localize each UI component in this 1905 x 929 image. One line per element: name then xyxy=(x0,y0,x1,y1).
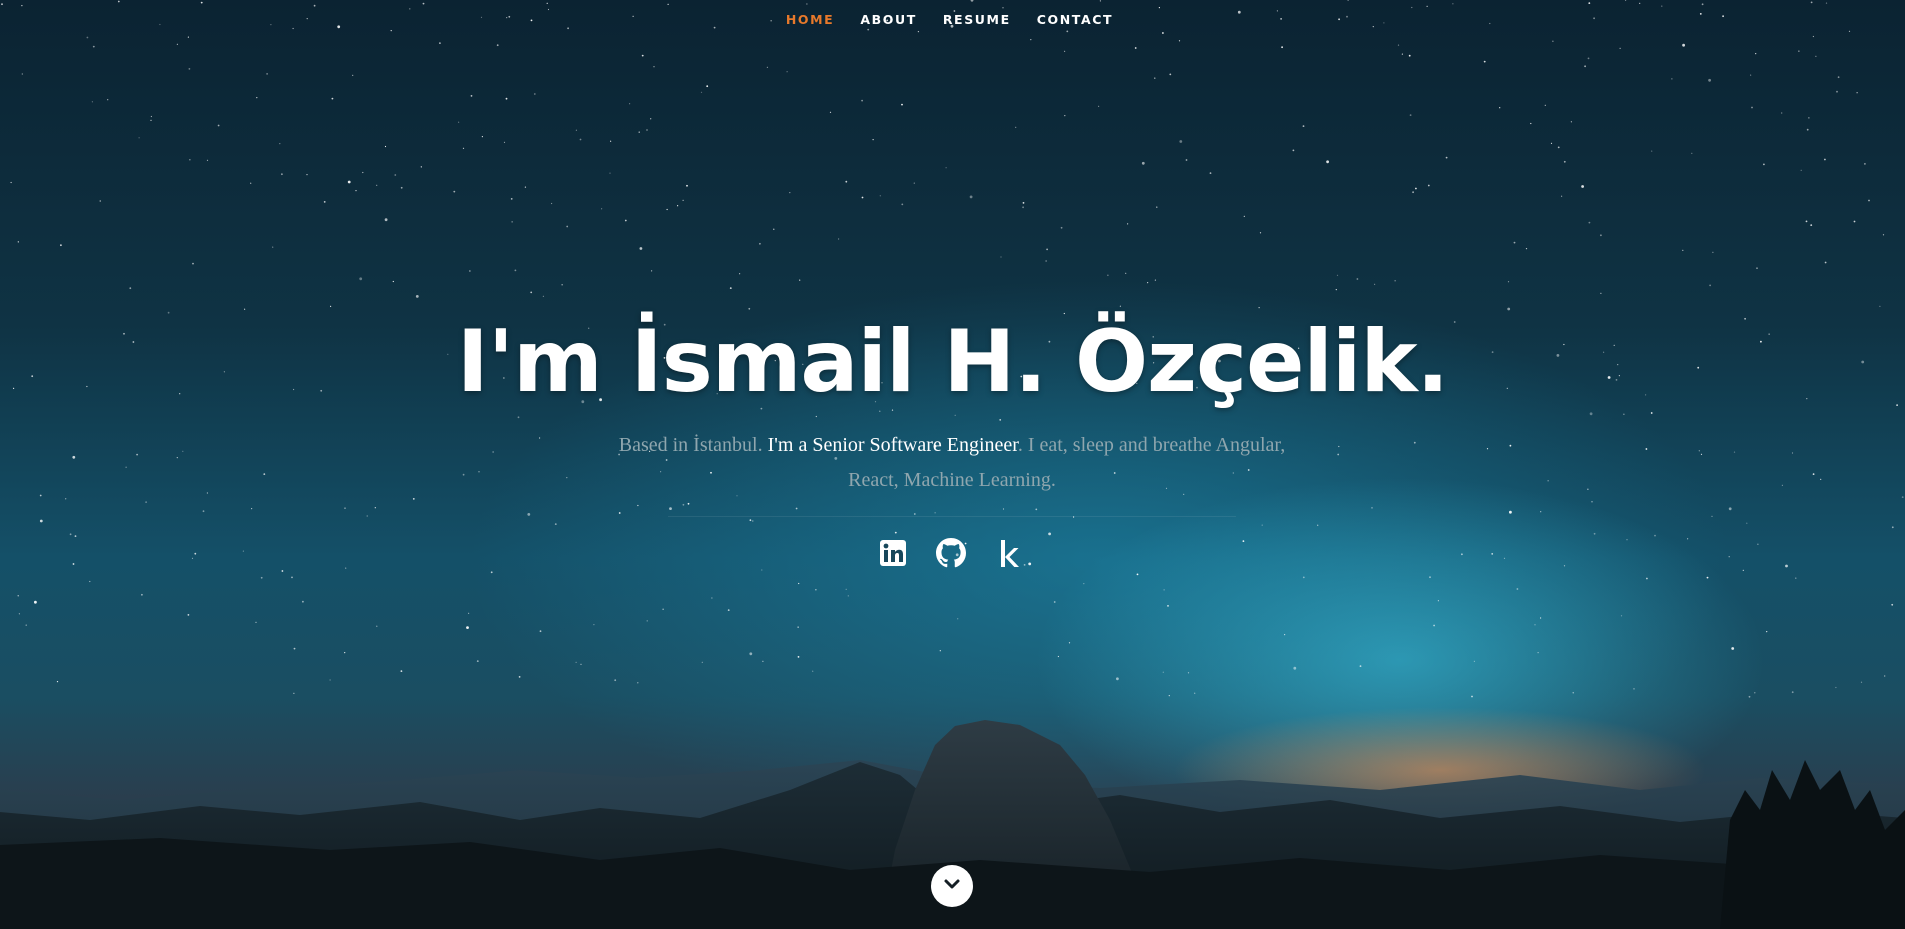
github-icon[interactable] xyxy=(935,536,967,570)
nav-item-contact[interactable]: CONTACT xyxy=(1037,12,1113,27)
scroll-down-button[interactable] xyxy=(931,865,973,907)
linkedin-icon[interactable] xyxy=(877,536,909,570)
top-navigation: HOME ABOUT RESUME CONTACT xyxy=(0,12,1902,27)
nav-item-about[interactable]: ABOUT xyxy=(860,12,917,27)
social-links xyxy=(0,536,1903,570)
page-title: I'm İsmail H. Özçelik. xyxy=(456,312,1449,412)
intro-text: Based in İstanbul. I'm a Senior Software… xyxy=(602,428,1302,498)
nav-item-home[interactable]: HOME xyxy=(786,12,834,27)
intro-highlight: I'm a Senior Software Engineer xyxy=(767,434,1018,456)
hero-section: HOME ABOUT RESUME CONTACT I'm İsmail H. … xyxy=(0,0,1905,929)
nav-item-resume[interactable]: RESUME xyxy=(943,12,1011,27)
divider xyxy=(668,516,1236,517)
kaggle-icon[interactable] xyxy=(993,536,1025,570)
chevron-down-icon xyxy=(942,874,962,898)
intro-prefix: Based in İstanbul. xyxy=(618,434,768,456)
